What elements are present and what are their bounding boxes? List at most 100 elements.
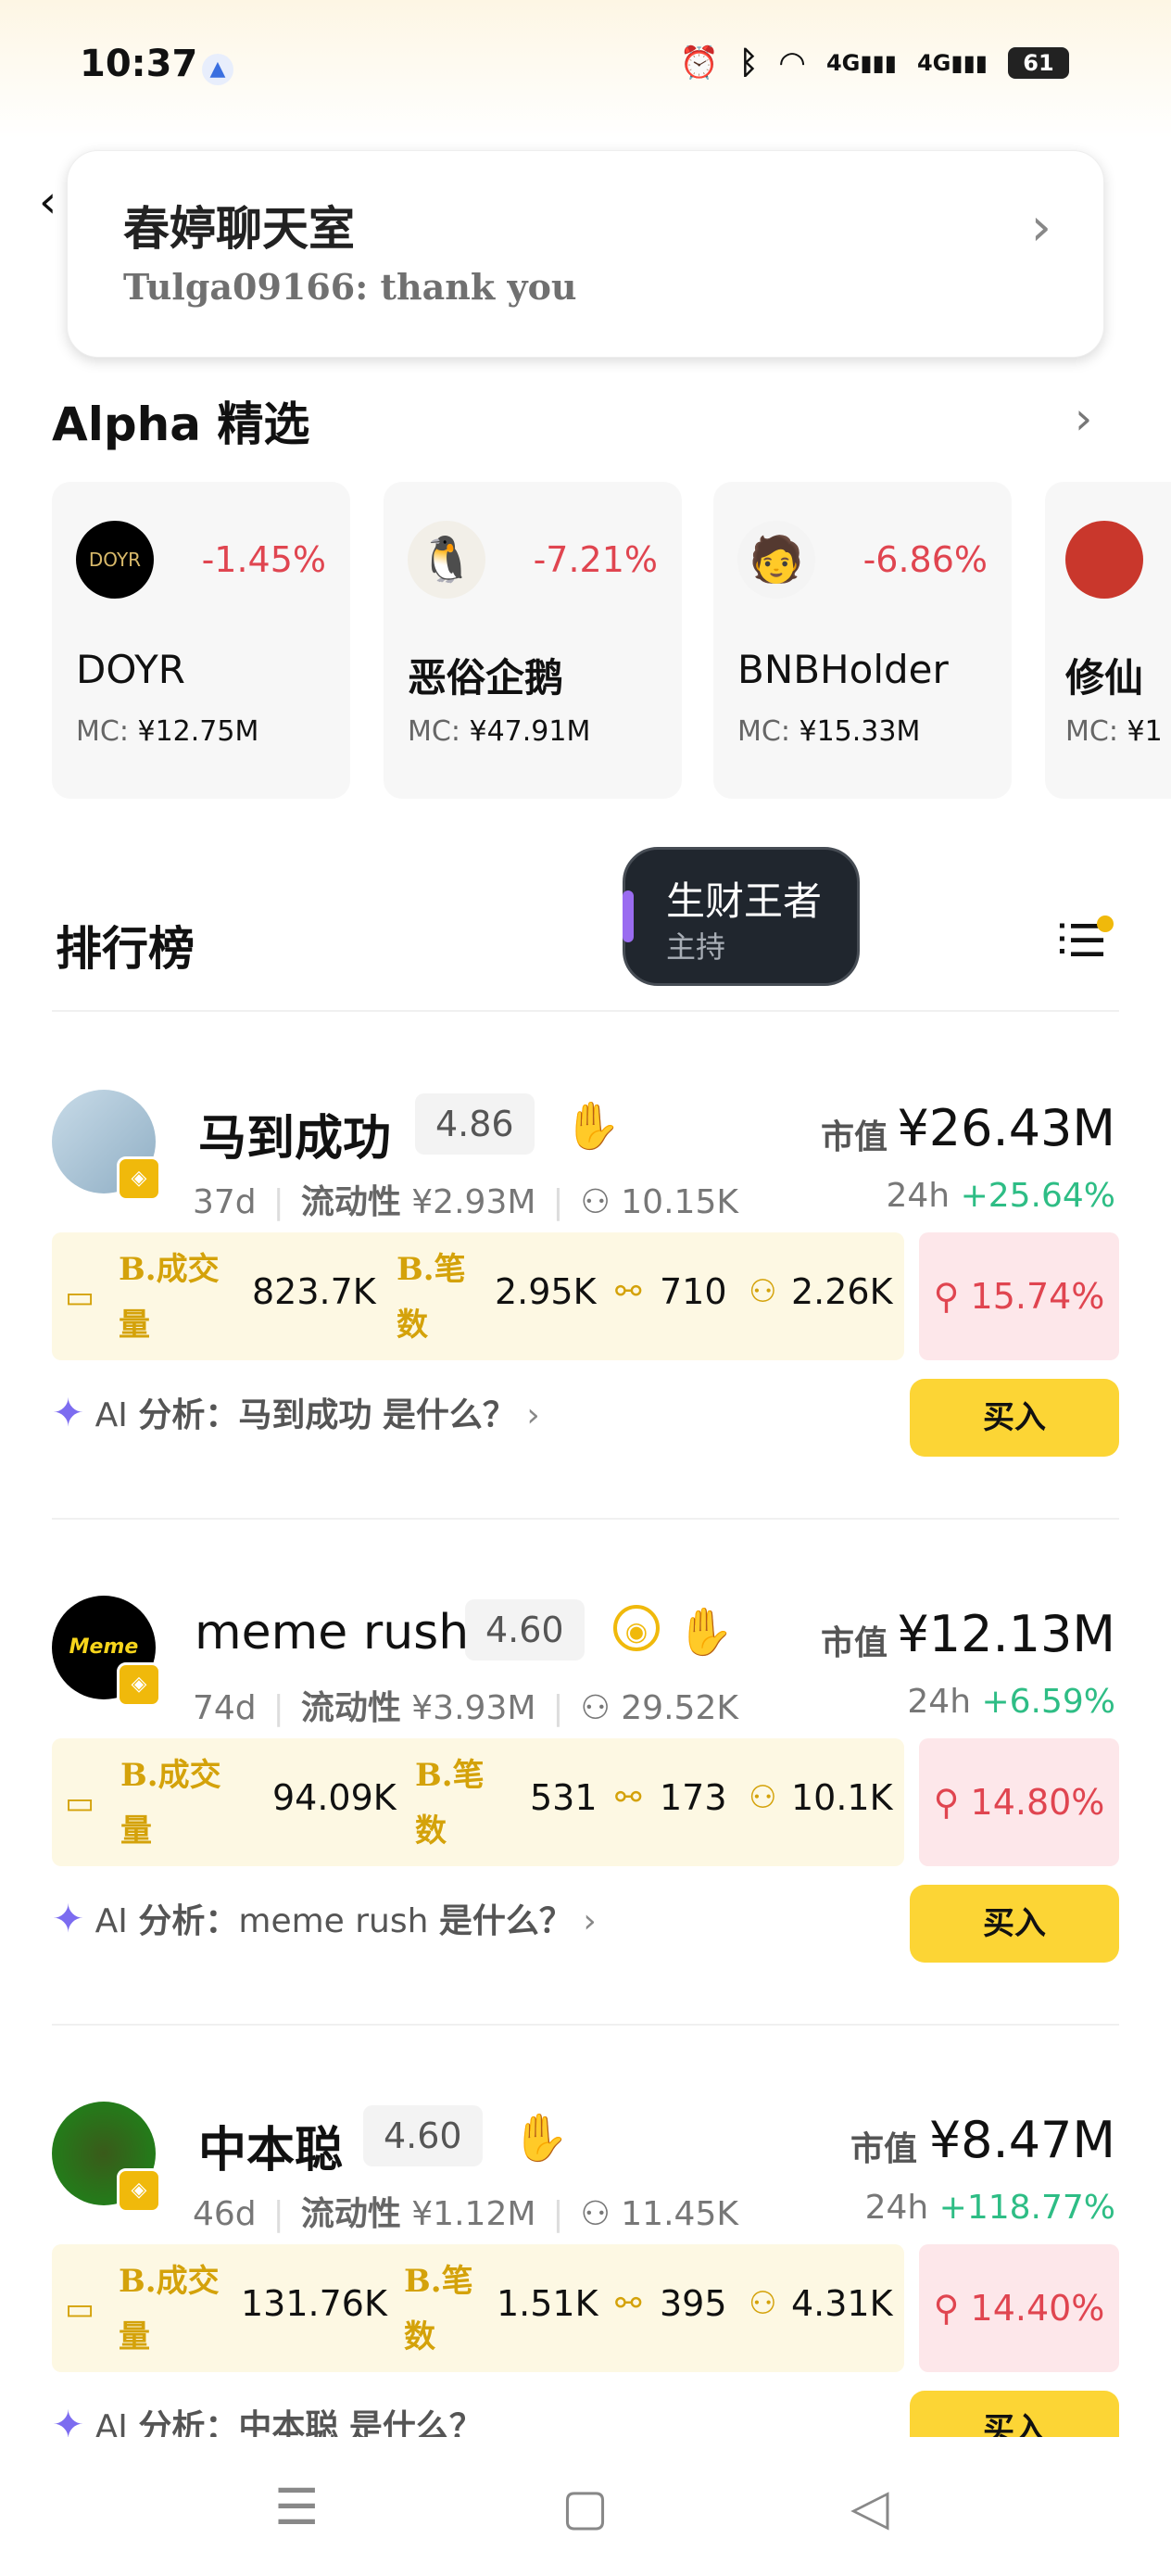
- traders-count: 395: [660, 2283, 727, 2324]
- market-value-label: 市值: [821, 1118, 888, 1156]
- token-name: meme rush: [195, 1605, 470, 1661]
- buy-button[interactable]: 买入: [910, 2391, 1119, 2437]
- host-name: 生财王者: [666, 878, 823, 924]
- users-icon: ⚇: [749, 1273, 777, 1310]
- users-count: 4.31K: [791, 2283, 893, 2324]
- host-badge[interactable]: 生财王者 主持: [623, 847, 860, 986]
- b-volume-label: B.成交量: [120, 1757, 221, 1850]
- token-meta: 46d | 流动性 ¥1.12M | ⚇ 11.45K: [193, 2194, 738, 2233]
- status-time: 10:37: [80, 43, 198, 85]
- host-role: 主持: [666, 929, 726, 965]
- token-logo: 🧑: [737, 521, 815, 599]
- chevron-right-icon: ›: [1030, 197, 1051, 258]
- alpha-more-chevron-icon[interactable]: ›: [1075, 393, 1092, 445]
- ai-analysis-link[interactable]: ✦ AI 分析：中本聪 是什么？: [52, 2400, 483, 2437]
- person-icon: ⚲: [933, 1782, 960, 1823]
- signal-4g-icon-2: 4G▮▮▮: [916, 50, 988, 76]
- traders-count: 173: [660, 1777, 727, 1818]
- chat-room-banner[interactable]: 春婷聊天室 Tulga09166: thank you ›: [67, 150, 1104, 358]
- token-name: BNBHolder: [737, 647, 949, 692]
- holders-icon: ⚇: [580, 1689, 611, 1727]
- market-value: ¥8.47M: [928, 2111, 1115, 2169]
- holders-icon: ⚇: [580, 2195, 611, 2233]
- token-meta: 37d | 流动性 ¥2.93M | ⚇ 10.15K: [193, 1182, 738, 1221]
- person-icon: ⚲: [933, 2288, 960, 2329]
- traders-icon: ⚯: [615, 1273, 642, 1310]
- b-count: 1.51K: [497, 2283, 598, 2324]
- change-24h: 24h +118.77%: [864, 2189, 1115, 2227]
- b-count-label: B.笔数: [397, 1251, 466, 1344]
- alpha-card[interactable]: DOYR -1.45% DOYR MC: ¥12.75M: [52, 482, 350, 799]
- chat-last-message: Tulga09166: thank you: [123, 266, 577, 308]
- ai-analysis-link[interactable]: ✦ AI 分析：meme rush 是什么？ ›: [52, 1894, 597, 1942]
- b-volume: 131.76K: [241, 2283, 387, 2324]
- holder-percent: ⚲ 14.40%: [919, 2244, 1119, 2372]
- alpha-card[interactable]: 🐧 -7.21% 恶俗企鹅 MC: ¥47.91M: [384, 482, 682, 799]
- alarm-icon: ⏰: [679, 44, 719, 82]
- sparkle-icon: ✦: [52, 2402, 85, 2437]
- sparkle-icon: ✦: [52, 1896, 85, 1941]
- chevron-right-icon: ›: [583, 1902, 597, 1940]
- holder-percent: ⚲ 15.74%: [919, 1232, 1119, 1360]
- market-value-label: 市值: [850, 2129, 918, 2168]
- token-row[interactable]: ◈ 中本聪 4.60 ✋ 市值 ¥8.47M 46d | 流动性 ¥1.12M | ⚇ …: [0, 2094, 1171, 2437]
- token-name: DOYR: [76, 647, 185, 692]
- buy-button[interactable]: 买入: [910, 1379, 1119, 1457]
- chain-badge-icon: ◈: [117, 2168, 161, 2213]
- alpha-card[interactable]: 🧑 -6.86% BNBHolder MC: ¥15.33M: [713, 482, 1012, 799]
- chevron-right-icon: ›: [526, 1396, 540, 1434]
- wallet-icon: ▭: [65, 1785, 95, 1822]
- token-name: 马到成功: [198, 1110, 392, 1167]
- wifi-icon: ◠: [778, 44, 806, 82]
- stats-bar: ▭ B.成交量 823.7K B.笔数 2.95K ⚯ 710 ⚇ 2.26K: [52, 1232, 904, 1360]
- b-count-label: B.笔数: [404, 2263, 473, 2355]
- token-row[interactable]: ◈ 马到成功 4.86 ✋ 市值 ¥26.43M 37d | 流动性 ¥2.93M |…: [0, 1082, 1171, 1546]
- holders-icon: ⚇: [580, 1183, 611, 1221]
- traders-icon: ⚯: [615, 1779, 642, 1816]
- alpha-section-title: Alpha 精选: [52, 398, 310, 451]
- traders-icon: ⚯: [615, 2285, 642, 2322]
- coin-badge-icon: ◉: [613, 1605, 660, 1651]
- market-value: ¥12.13M: [897, 1605, 1115, 1663]
- token-logo: DOYR: [76, 521, 154, 599]
- divider: [52, 1518, 1119, 1520]
- chain-badge-icon: ◈: [117, 1662, 161, 1707]
- sparkle-icon: ✦: [52, 1390, 85, 1435]
- notification-dot: [1097, 915, 1114, 932]
- status-icons: ⏰ ᛒ ◠ 4G▮▮▮ 4G▮▮▮ 61: [680, 44, 1069, 82]
- market-cap: MC: ¥1: [1065, 715, 1163, 748]
- buy-button[interactable]: 买入: [910, 1885, 1119, 1963]
- market-cap: MC: ¥47.91M: [408, 715, 591, 748]
- b-volume-label: B.成交量: [119, 1251, 220, 1344]
- stats-bar: ▭ B.成交量 131.76K B.笔数 1.51K ⚯ 395 ⚇ 4.31K: [52, 2244, 904, 2372]
- token-row[interactable]: Meme ◈ meme rush 4.60 ◉ ✋ 市值 ¥12.13M 74d…: [0, 1588, 1171, 2052]
- ai-analysis-link[interactable]: ✦ AI 分析：马到成功 是什么？ ›: [52, 1388, 540, 1436]
- market-cap: MC: ¥12.75M: [76, 715, 259, 748]
- alpha-card[interactable]: 修仙 MC: ¥1: [1045, 482, 1171, 799]
- holder-percent: ⚲ 14.80%: [919, 1738, 1119, 1866]
- users-icon: ⚇: [749, 2285, 777, 2322]
- stats-bar: ▭ B.成交量 94.09K B.笔数 531 ⚯ 173 ⚇ 10.1K: [52, 1738, 904, 1866]
- menu-icon[interactable]: ☰: [274, 2478, 319, 2536]
- home-icon[interactable]: ▢: [561, 2478, 609, 2536]
- hand-icon: ✋: [563, 1099, 622, 1153]
- users-count: 2.26K: [791, 1271, 893, 1312]
- price-change: -1.45%: [201, 539, 326, 580]
- nav-back-icon[interactable]: ◁: [850, 2478, 889, 2536]
- token-score: 4.60: [465, 1599, 585, 1661]
- token-meta: 74d | 流动性 ¥3.93M | ⚇ 29.52K: [193, 1688, 738, 1727]
- token-logo: [1065, 521, 1143, 599]
- app-indicator-icon: ▲: [202, 54, 233, 85]
- back-arrow-icon[interactable]: ‹: [39, 176, 57, 228]
- b-volume: 823.7K: [252, 1271, 376, 1312]
- divider: [52, 2024, 1119, 2026]
- b-volume-label: B.成交量: [119, 2263, 220, 2355]
- market-cap: MC: ¥15.33M: [737, 715, 921, 748]
- bluetooth-icon: ᛒ: [738, 44, 759, 82]
- host-accent: [623, 890, 634, 942]
- token-score: 4.60: [363, 2105, 483, 2166]
- market-value-label: 市值: [821, 1623, 888, 1662]
- price-change: -6.86%: [863, 539, 988, 580]
- chat-room-title: 春婷聊天室: [123, 201, 355, 256]
- chain-badge-icon: ◈: [117, 1156, 161, 1201]
